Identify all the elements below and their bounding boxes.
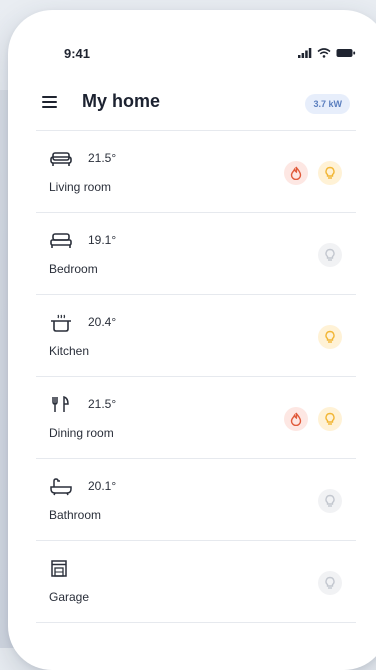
lightbulb-icon xyxy=(325,412,335,425)
room-temperature: 19.1° xyxy=(88,233,117,247)
flame-icon xyxy=(290,166,302,180)
room-actions xyxy=(318,243,342,267)
room-row[interactable]: 20.4° Kitchen xyxy=(36,294,356,376)
menu-icon[interactable] xyxy=(40,92,62,112)
flame-icon xyxy=(290,412,302,426)
room-actions xyxy=(318,325,342,349)
room-name: Kitchen xyxy=(49,344,90,358)
pot-icon xyxy=(51,314,71,332)
heating-toggle[interactable] xyxy=(284,161,308,185)
wifi-icon xyxy=(317,48,331,58)
room-temperature: 20.4° xyxy=(88,315,117,329)
room-row[interactable]: 21.5° Dining room xyxy=(36,376,356,458)
room-row[interactable]: 19.1° Bedroom xyxy=(36,212,356,294)
heating-toggle[interactable] xyxy=(284,407,308,431)
room-list: 21.5° Living room 19.1° Bedroom 20.4° Ki… xyxy=(36,130,356,623)
light-toggle[interactable] xyxy=(318,243,342,267)
room-name: Bedroom xyxy=(49,262,98,276)
lightbulb-icon xyxy=(325,330,335,343)
room-row[interactable]: 21.5° Living room xyxy=(36,130,356,212)
status-bar: 9:41 xyxy=(36,46,356,66)
room-actions xyxy=(284,407,342,431)
bathtub-icon xyxy=(50,478,72,496)
status-icons xyxy=(298,48,356,58)
light-toggle[interactable] xyxy=(318,407,342,431)
light-toggle[interactable] xyxy=(318,161,342,185)
light-toggle[interactable] xyxy=(318,489,342,513)
power-badge[interactable]: 3.7 kW xyxy=(305,94,350,114)
lightbulb-icon xyxy=(325,166,335,179)
phone-frame: 9:41 My home 3.7 kW 21.5° Living room 19… xyxy=(8,10,376,670)
signal-icon xyxy=(298,48,312,58)
light-toggle[interactable] xyxy=(318,571,342,595)
room-name: Garage xyxy=(49,590,90,604)
room-name: Living room xyxy=(49,180,112,194)
room-name: Dining room xyxy=(49,426,114,440)
sofa-icon xyxy=(50,152,72,166)
room-actions xyxy=(318,571,342,595)
bed-icon xyxy=(50,233,72,248)
room-row[interactable]: Garage xyxy=(36,540,356,623)
room-name: Bathroom xyxy=(49,508,102,522)
lightbulb-icon xyxy=(325,576,335,589)
page-title: My home xyxy=(82,91,161,111)
room-actions xyxy=(284,161,342,185)
status-time: 9:41 xyxy=(64,46,91,61)
room-temperature: 21.5° xyxy=(88,397,117,411)
battery-icon xyxy=(336,49,356,57)
room-temperature: 21.5° xyxy=(88,151,117,165)
room-row[interactable]: 20.1° Bathroom xyxy=(36,458,356,540)
lightbulb-icon xyxy=(325,248,335,261)
room-temperature: 20.1° xyxy=(88,479,117,493)
app-bar: My home 3.7 kW xyxy=(36,88,356,118)
cutlery-icon xyxy=(52,396,69,412)
light-toggle[interactable] xyxy=(318,325,342,349)
lightbulb-icon xyxy=(325,494,335,507)
garage-icon xyxy=(51,560,67,577)
room-actions xyxy=(318,489,342,513)
screen: 9:41 My home 3.7 kW 21.5° Living room 19… xyxy=(36,10,366,670)
